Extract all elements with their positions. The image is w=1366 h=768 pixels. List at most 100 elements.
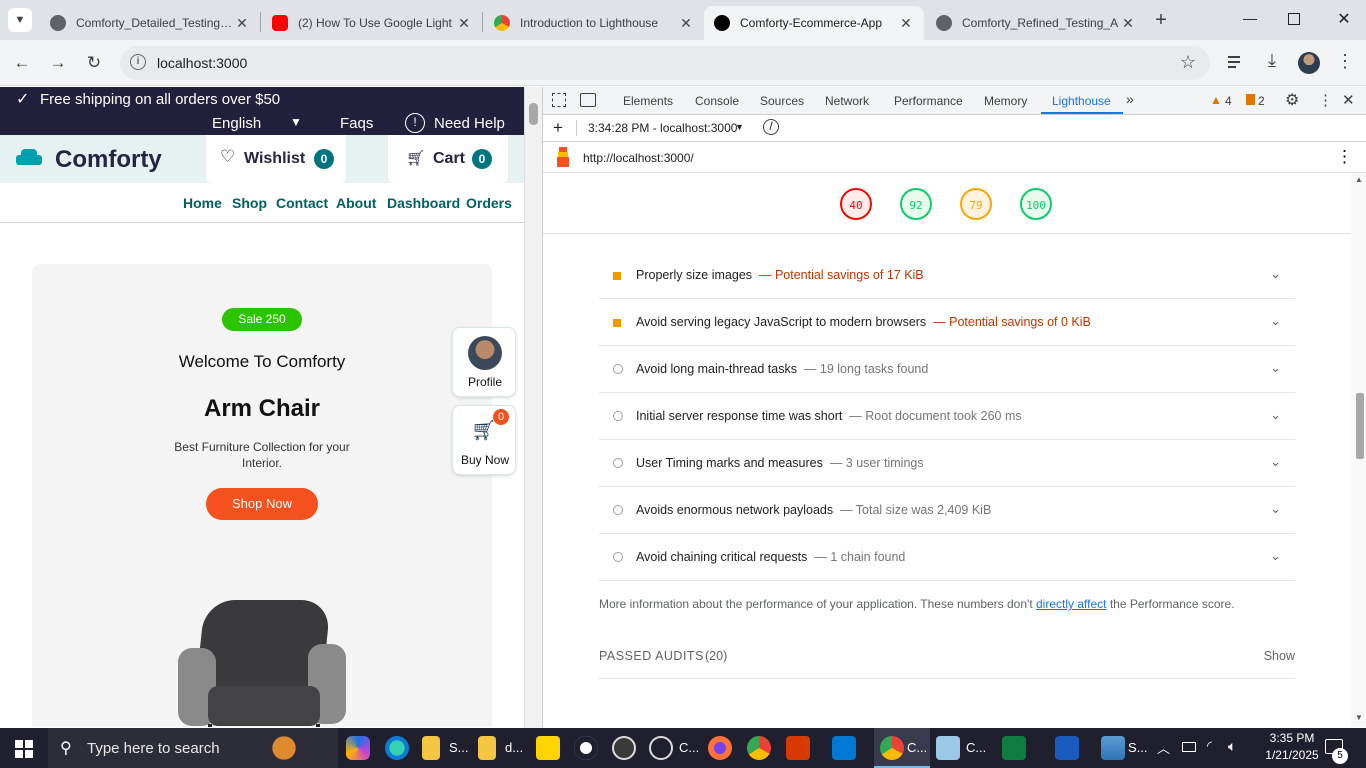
profile-widget[interactable]: Profile bbox=[452, 327, 516, 397]
chevron-down-icon[interactable]: ▼ bbox=[290, 115, 302, 129]
audit-row[interactable]: Initial server response time was short —… bbox=[599, 393, 1295, 440]
chevron-down-icon[interactable]: ⌄ bbox=[1270, 360, 1281, 376]
performance-score[interactable]: 40 bbox=[840, 188, 872, 220]
chevron-down-icon[interactable]: ⌄ bbox=[1270, 313, 1281, 329]
nav-shop[interactable]: Shop bbox=[232, 195, 267, 211]
folder-icon[interactable] bbox=[478, 736, 496, 760]
faqs-link[interactable]: Faqs bbox=[340, 115, 373, 132]
back-arrow-icon[interactable]: ← bbox=[10, 51, 34, 75]
browser-tab-active[interactable]: Comforty-Ecommerce-App ✕ bbox=[704, 6, 924, 40]
excel-icon[interactable] bbox=[1002, 736, 1026, 760]
close-icon[interactable]: ✕ bbox=[456, 15, 472, 32]
address-bar[interactable]: i localhost:3000 ☆ bbox=[120, 46, 1210, 80]
audit-row[interactable]: Properly size images — Potential savings… bbox=[599, 252, 1295, 299]
chevron-down-icon[interactable]: ⌄ bbox=[1270, 407, 1281, 423]
chevron-down-icon[interactable]: ▼ bbox=[735, 122, 744, 132]
clock-date[interactable]: 1/21/2025 bbox=[1262, 748, 1322, 762]
media-player-icon[interactable] bbox=[536, 736, 560, 760]
taskbar-search-box[interactable]: ⚲ Type here to search bbox=[48, 728, 338, 768]
window-close-icon[interactable]: ✕ bbox=[1334, 9, 1354, 29]
passed-audits-row[interactable]: PASSED AUDITS (20) Show bbox=[599, 637, 1295, 679]
shop-now-button[interactable]: Shop Now bbox=[206, 488, 318, 520]
close-icon[interactable]: ✕ bbox=[898, 15, 914, 32]
chatgpt-icon[interactable] bbox=[649, 736, 673, 760]
wishlist-button[interactable]: ♡ Wishlist 0 bbox=[206, 135, 346, 183]
site-info-icon[interactable]: i bbox=[130, 54, 146, 70]
chevron-down-icon[interactable]: ⌄ bbox=[1270, 548, 1281, 564]
minimize-icon[interactable]: — bbox=[1240, 10, 1260, 30]
devtools-tab-memory[interactable]: Memory bbox=[984, 94, 1027, 108]
more-menu-icon[interactable]: ⋮ bbox=[1336, 50, 1354, 72]
need-help-link[interactable]: Need Help bbox=[434, 115, 505, 132]
volume-icon[interactable]: 🔈︎ bbox=[1228, 738, 1236, 755]
website-scrollbar[interactable] bbox=[524, 87, 542, 728]
reload-icon[interactable]: ↻ bbox=[82, 51, 106, 75]
plus-icon[interactable]: + bbox=[553, 118, 563, 138]
nav-dashboard[interactable]: Dashboard bbox=[387, 195, 460, 211]
chevron-up-icon[interactable]: ︿ bbox=[1157, 738, 1170, 757]
devtools-tab-network[interactable]: Network bbox=[825, 94, 869, 108]
forward-arrow-icon[interactable]: → bbox=[46, 51, 70, 75]
issues-count[interactable]: 2 bbox=[1258, 94, 1265, 108]
copilot-icon[interactable] bbox=[346, 736, 370, 760]
directly-affect-link[interactable]: directly affect bbox=[1036, 597, 1106, 611]
show-button[interactable]: Show bbox=[1264, 649, 1295, 663]
url-text[interactable]: localhost:3000 bbox=[157, 55, 247, 71]
more-menu-icon[interactable]: ⋮ bbox=[1318, 91, 1333, 109]
chevron-down-icon[interactable]: ⌄ bbox=[1270, 501, 1281, 517]
issues-icon[interactable] bbox=[1246, 94, 1255, 105]
media-controls-icon[interactable] bbox=[1226, 52, 1246, 72]
vscode-icon[interactable] bbox=[832, 736, 856, 760]
word-icon[interactable] bbox=[1055, 736, 1079, 760]
avatar[interactable] bbox=[1298, 52, 1320, 74]
browser-tab[interactable]: (2) How To Use Google Light ✕ bbox=[262, 6, 482, 40]
tab-search-button[interactable]: ▼ bbox=[8, 8, 32, 32]
taskbar-item-label[interactable]: d... bbox=[505, 740, 523, 755]
close-icon[interactable]: ✕ bbox=[1342, 91, 1355, 109]
taskbar-active-app[interactable]: C... bbox=[874, 728, 930, 768]
inspect-element-icon[interactable] bbox=[552, 93, 566, 107]
folder-icon[interactable] bbox=[422, 736, 440, 760]
photos-icon[interactable] bbox=[1101, 736, 1125, 760]
logo-text[interactable]: Comforty bbox=[55, 146, 162, 174]
download-icon[interactable]: ⤓ bbox=[1262, 50, 1282, 72]
star-icon[interactable]: ☆ bbox=[1180, 52, 1196, 73]
devtools-tab-lighthouse[interactable]: Lighthouse bbox=[1052, 94, 1111, 108]
warning-icon[interactable]: ▲ bbox=[1210, 93, 1222, 107]
report-selector[interactable]: 3:34:28 PM - localhost:3000 bbox=[588, 121, 737, 135]
more-menu-icon[interactable]: ⋮ bbox=[1336, 147, 1353, 167]
device-toolbar-icon[interactable] bbox=[580, 93, 596, 107]
audit-row[interactable]: User Timing marks and measures — 3 user … bbox=[599, 440, 1295, 487]
browser-tab[interactable]: Introduction to Lighthouse ✕ bbox=[484, 6, 704, 40]
devtools-tab-console[interactable]: Console bbox=[695, 94, 739, 108]
firefox-icon[interactable] bbox=[708, 736, 732, 760]
plus-icon[interactable]: + bbox=[1150, 9, 1172, 31]
nav-contact[interactable]: Contact bbox=[276, 195, 328, 211]
warnings-count[interactable]: 4 bbox=[1225, 94, 1232, 108]
obs-icon[interactable] bbox=[612, 736, 636, 760]
taskbar-item-label[interactable]: S... bbox=[1128, 740, 1148, 755]
chevron-down-icon[interactable]: ⌄ bbox=[1270, 266, 1281, 282]
best-practices-score[interactable]: 79 bbox=[960, 188, 992, 220]
close-icon[interactable]: ✕ bbox=[234, 15, 250, 32]
clear-icon[interactable]: / bbox=[763, 119, 779, 135]
buy-now-widget[interactable]: 🛒︎ 0 Buy Now bbox=[452, 405, 516, 475]
clock-time[interactable]: 3:35 PM bbox=[1262, 731, 1322, 745]
taskbar-item-label[interactable]: S... bbox=[449, 740, 469, 755]
edge-icon[interactable] bbox=[385, 736, 409, 760]
chevron-down-icon[interactable]: ⌄ bbox=[1270, 454, 1281, 470]
nav-orders[interactable]: Orders bbox=[466, 195, 512, 211]
devtools-tab-sources[interactable]: Sources bbox=[760, 94, 804, 108]
chrome-icon[interactable] bbox=[747, 736, 771, 760]
language-select[interactable]: English bbox=[212, 115, 261, 132]
audit-row[interactable]: Avoid chaining critical requests — 1 cha… bbox=[599, 534, 1295, 581]
devtools-tab-performance[interactable]: Performance bbox=[894, 94, 963, 108]
audit-row[interactable]: Avoid long main-thread tasks — 19 long t… bbox=[599, 346, 1295, 393]
seo-score[interactable]: 100 bbox=[1020, 188, 1052, 220]
browser-tab[interactable]: Comforty_Refined_Testing_A ✕ bbox=[926, 6, 1146, 40]
taskbar-item-label[interactable]: C... bbox=[679, 740, 699, 755]
gear-icon[interactable]: ⚙ bbox=[1285, 90, 1299, 110]
more-tabs-icon[interactable]: » bbox=[1126, 91, 1134, 107]
devtools-scrollbar[interactable]: ▲ ▼ bbox=[1351, 173, 1366, 727]
office-icon[interactable] bbox=[786, 736, 810, 760]
